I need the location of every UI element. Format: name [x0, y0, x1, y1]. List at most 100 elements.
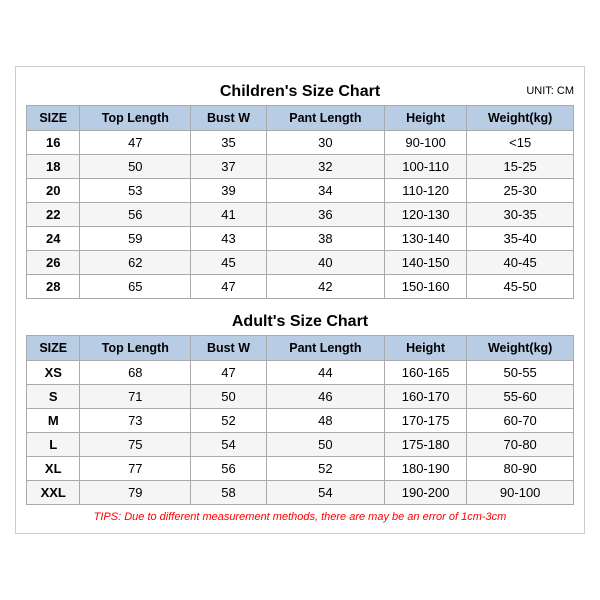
table-cell: 30-35 [467, 203, 574, 227]
adult-col-bust-w: Bust W [191, 336, 267, 361]
table-cell: 50 [266, 433, 384, 457]
table-cell: 180-190 [384, 457, 466, 481]
table-cell: 56 [191, 457, 267, 481]
table-cell: 22 [27, 203, 80, 227]
table-cell: 47 [80, 131, 191, 155]
chart-container: Children's Size Chart UNIT: CM SIZE Top … [15, 66, 585, 534]
table-cell: XS [27, 361, 80, 385]
table-cell: 36 [266, 203, 384, 227]
table-cell: 50 [80, 155, 191, 179]
col-header-top-length: Top Length [80, 106, 191, 131]
table-cell: 56 [80, 203, 191, 227]
table-row: XS684744160-16550-55 [27, 361, 574, 385]
table-cell: 190-200 [384, 481, 466, 505]
table-cell: M [27, 409, 80, 433]
col-header-bust-w: Bust W [191, 106, 267, 131]
table-cell: 38 [266, 227, 384, 251]
table-cell: 44 [266, 361, 384, 385]
table-cell: 30 [266, 131, 384, 155]
table-cell: 160-170 [384, 385, 466, 409]
table-cell: 40 [266, 251, 384, 275]
table-cell: 32 [266, 155, 384, 179]
table-cell: 37 [191, 155, 267, 179]
table-cell: 24 [27, 227, 80, 251]
col-header-weight: Weight(kg) [467, 106, 574, 131]
table-cell: 35-40 [467, 227, 574, 251]
adult-section-title: Adult's Size Chart [26, 307, 574, 335]
children-header-row: SIZE Top Length Bust W Pant Length Heigh… [27, 106, 574, 131]
adult-col-top-length: Top Length [80, 336, 191, 361]
unit-label: UNIT: CM [526, 85, 574, 97]
table-cell: 20 [27, 179, 80, 203]
table-cell: L [27, 433, 80, 457]
table-cell: 73 [80, 409, 191, 433]
table-cell: 34 [266, 179, 384, 203]
table-row: 24594338130-14035-40 [27, 227, 574, 251]
table-row: XXL795854190-20090-100 [27, 481, 574, 505]
table-cell: 70-80 [467, 433, 574, 457]
table-row: 20533934110-12025-30 [27, 179, 574, 203]
table-cell: 120-130 [384, 203, 466, 227]
table-row: M735248170-17560-70 [27, 409, 574, 433]
table-cell: 52 [191, 409, 267, 433]
table-cell: 71 [80, 385, 191, 409]
table-cell: 54 [191, 433, 267, 457]
table-cell: 18 [27, 155, 80, 179]
table-cell: 62 [80, 251, 191, 275]
table-cell: 175-180 [384, 433, 466, 457]
table-cell: 160-165 [384, 361, 466, 385]
adult-col-pant-length: Pant Length [266, 336, 384, 361]
table-cell: 50-55 [467, 361, 574, 385]
table-cell: 26 [27, 251, 80, 275]
table-cell: 42 [266, 275, 384, 299]
table-cell: 170-175 [384, 409, 466, 433]
table-cell: XXL [27, 481, 80, 505]
table-cell: 15-25 [467, 155, 574, 179]
table-cell: 68 [80, 361, 191, 385]
table-cell: 16 [27, 131, 80, 155]
table-cell: 90-100 [384, 131, 466, 155]
table-cell: 40-45 [467, 251, 574, 275]
table-cell: XL [27, 457, 80, 481]
col-header-size: SIZE [27, 106, 80, 131]
table-cell: 25-30 [467, 179, 574, 203]
table-cell: 150-160 [384, 275, 466, 299]
table-cell: 50 [191, 385, 267, 409]
table-cell: S [27, 385, 80, 409]
table-row: S715046160-17055-60 [27, 385, 574, 409]
table-cell: 59 [80, 227, 191, 251]
table-cell: 54 [266, 481, 384, 505]
table-cell: 75 [80, 433, 191, 457]
table-cell: 41 [191, 203, 267, 227]
table-cell: <15 [467, 131, 574, 155]
tips-text: TIPS: Due to different measurement metho… [26, 511, 574, 523]
adult-col-size: SIZE [27, 336, 80, 361]
adult-col-weight: Weight(kg) [467, 336, 574, 361]
table-cell: 46 [266, 385, 384, 409]
table-cell: 47 [191, 275, 267, 299]
table-cell: 90-100 [467, 481, 574, 505]
table-cell: 47 [191, 361, 267, 385]
table-cell: 80-90 [467, 457, 574, 481]
col-header-height: Height [384, 106, 466, 131]
table-cell: 39 [191, 179, 267, 203]
adult-col-height: Height [384, 336, 466, 361]
table-cell: 53 [80, 179, 191, 203]
table-row: 22564136120-13030-35 [27, 203, 574, 227]
table-cell: 45 [191, 251, 267, 275]
table-cell: 100-110 [384, 155, 466, 179]
table-cell: 65 [80, 275, 191, 299]
table-row: 1647353090-100<15 [27, 131, 574, 155]
adult-table: SIZE Top Length Bust W Pant Length Heigh… [26, 335, 574, 505]
table-cell: 58 [191, 481, 267, 505]
table-row: L755450175-18070-80 [27, 433, 574, 457]
children-table: SIZE Top Length Bust W Pant Length Heigh… [26, 105, 574, 299]
adult-section: Adult's Size Chart SIZE Top Length Bust … [26, 307, 574, 505]
table-cell: 55-60 [467, 385, 574, 409]
adult-header-row: SIZE Top Length Bust W Pant Length Heigh… [27, 336, 574, 361]
table-cell: 45-50 [467, 275, 574, 299]
table-cell: 43 [191, 227, 267, 251]
table-cell: 110-120 [384, 179, 466, 203]
table-cell: 52 [266, 457, 384, 481]
children-section-title: Children's Size Chart UNIT: CM [26, 77, 574, 105]
